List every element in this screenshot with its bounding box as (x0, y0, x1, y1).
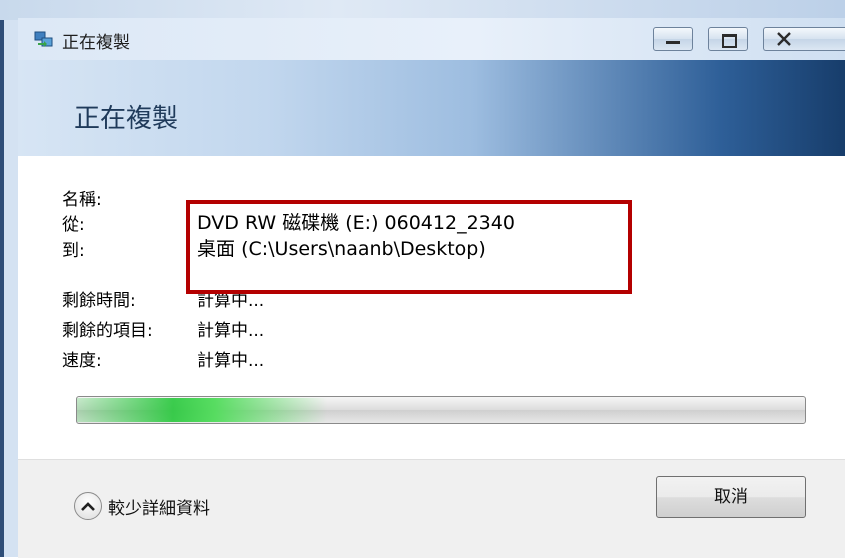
time-left-label: 剩餘時間: (62, 291, 136, 311)
items-left-label: 剩餘的項目: (62, 321, 153, 341)
copy-progress-bar (76, 396, 806, 424)
cancel-button[interactable]: 取消 (656, 476, 806, 518)
title-bar[interactable]: 正在複製 (18, 18, 845, 60)
items-left-value: 計算中... (197, 321, 265, 341)
maximize-icon (722, 34, 737, 48)
speed-label: 速度: (62, 351, 102, 371)
close-button[interactable] (763, 27, 845, 51)
fewer-details-label[interactable]: 較少詳細資料 (108, 494, 210, 519)
dialog-header: 正在複製 (18, 60, 845, 156)
dialog-footer: 較少詳細資料 取消 (18, 459, 845, 558)
to-label: 到: (62, 241, 85, 261)
minimize-icon (666, 41, 680, 44)
chevron-up-icon[interactable] (74, 492, 102, 520)
window-left-edge (0, 20, 18, 557)
speed-value: 計算中... (197, 351, 265, 371)
from-label: 從: (62, 215, 85, 235)
name-label: 名稱: (62, 190, 102, 210)
annotation-highlight-box (186, 200, 632, 294)
maximize-button[interactable] (708, 27, 748, 51)
dialog-heading: 正在複製 (74, 104, 179, 134)
window-title: 正在複製 (62, 33, 130, 53)
copy-files-icon (34, 31, 53, 47)
close-icon (777, 32, 791, 46)
minimize-button[interactable] (653, 27, 693, 51)
progress-indicator (77, 398, 327, 422)
